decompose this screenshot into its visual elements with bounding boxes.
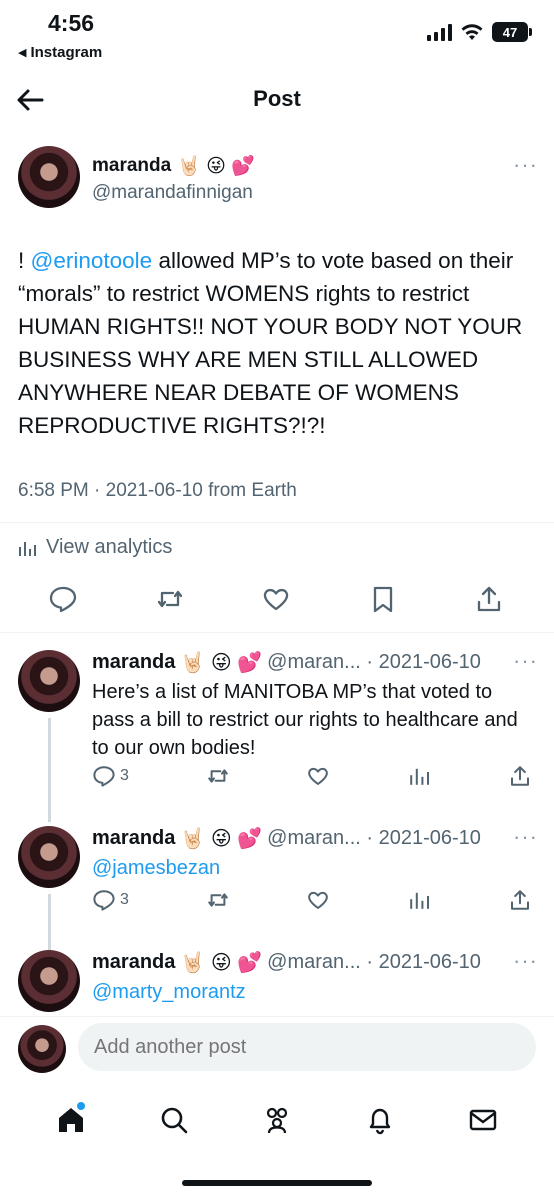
tab-messages[interactable] [463, 1100, 503, 1140]
analytics-icon[interactable] [407, 764, 431, 788]
thread-connector [48, 894, 51, 950]
author-handle[interactable]: @marandafinnigan [92, 182, 253, 204]
mention-link[interactable]: @erinotoole [31, 248, 153, 273]
reply-author-emojis: 🤘🏻 😜 💕 [180, 652, 263, 674]
avatar[interactable] [18, 146, 80, 208]
post-text-body: allowed MP’s to vote based on their “mor… [18, 248, 523, 438]
battery-icon: 47 [492, 22, 532, 42]
avatar[interactable] [18, 650, 80, 712]
bookmark-icon[interactable] [368, 584, 398, 614]
reply-author-emojis: 🤘🏻 😜 💕 [180, 828, 263, 850]
avatar [18, 1025, 66, 1073]
like-icon[interactable] [306, 764, 330, 788]
compose-bar [0, 1016, 554, 1080]
reply-actions: 3 [92, 764, 532, 788]
cellular-signal-icon [427, 23, 452, 41]
avatar[interactable] [18, 950, 80, 1012]
reply-icon[interactable] [48, 584, 78, 614]
reply-icon [93, 766, 115, 787]
like-icon[interactable] [306, 888, 330, 912]
reply-author-emojis: 🤘🏻 😜 💕 [180, 952, 263, 974]
tab-notifications[interactable] [360, 1100, 400, 1140]
reply-header: maranda 🤘🏻 😜 💕 @maran... · 2021-06-10 [92, 826, 481, 851]
home-indicator [182, 1180, 372, 1186]
analytics-icon [19, 541, 36, 556]
view-analytics-link[interactable]: View analytics [18, 536, 172, 559]
repost-icon[interactable] [206, 764, 230, 788]
more-options-icon[interactable]: ··· [513, 152, 538, 178]
post-text: ! @erinotoole allowed MP’s to vote based… [18, 244, 538, 442]
analytics-label: View analytics [46, 536, 173, 558]
share-icon[interactable] [508, 888, 532, 912]
page-title: Post [253, 86, 301, 111]
communities-icon [266, 1107, 288, 1134]
tab-home[interactable] [51, 1100, 91, 1140]
author-name-row[interactable]: maranda 🤘🏻 😜 💕 [92, 154, 255, 178]
author-emojis: 🤘🏻 😜 💕 [177, 156, 255, 177]
reply-header: maranda 🤘🏻 😜 💕 @maran... · 2021-06-10 [92, 650, 481, 675]
reply-header: maranda 🤘🏻 😜 💕 @maran... · 2021-06-10 [92, 950, 481, 975]
top-bar: Post [0, 74, 554, 124]
author-name: maranda [92, 155, 172, 176]
like-icon[interactable] [261, 584, 291, 614]
post-actions [48, 584, 504, 614]
analytics-icon[interactable] [407, 888, 431, 912]
repost-icon[interactable] [155, 584, 185, 614]
wifi-icon [461, 24, 483, 40]
reply-author-name[interactable]: maranda [92, 951, 175, 974]
bottom-tab-bar [0, 1090, 554, 1150]
avatar[interactable] [18, 826, 80, 888]
back-app-label: Instagram [30, 44, 103, 61]
thread-reply[interactable]: maranda 🤘🏻 😜 💕 @maran... · 2021-06-10 ··… [18, 648, 538, 822]
reply-actions: 3 [92, 888, 532, 912]
reply-text: Here’s a list of MANITOBA MP’s that vote… [92, 681, 518, 759]
messages-icon [469, 1109, 496, 1131]
reply-handle-date: @maran... · 2021-06-10 [267, 827, 481, 849]
repost-icon[interactable] [206, 888, 230, 912]
reply-button[interactable]: 3 [92, 764, 129, 788]
add-post-input[interactable] [78, 1023, 536, 1071]
divider [0, 522, 554, 523]
more-options-icon[interactable]: ··· [513, 824, 538, 850]
reply-mention-link[interactable]: @marty_morantz [92, 978, 532, 1006]
reply-count: 3 [120, 767, 129, 784]
tab-search[interactable] [154, 1100, 194, 1140]
more-options-icon[interactable]: ··· [513, 948, 538, 974]
reply-author-name[interactable]: maranda [92, 651, 175, 674]
reply-count: 3 [120, 891, 129, 908]
thread-connector [48, 718, 51, 822]
reply-author-name[interactable]: maranda [92, 827, 175, 850]
post-text-prefix: ! [18, 248, 31, 273]
notifications-icon [369, 1108, 390, 1135]
reply-button[interactable]: 3 [92, 888, 129, 912]
more-options-icon[interactable]: ··· [513, 648, 538, 674]
reply-mention-link[interactable]: @jamesbezan [92, 854, 532, 882]
divider [0, 632, 554, 633]
share-icon[interactable] [508, 764, 532, 788]
status-bar: 4:56 ◀ Instagram 47 [0, 0, 554, 70]
reply-handle-date: @maran... · 2021-06-10 [267, 951, 481, 973]
reply-icon [93, 890, 115, 911]
tab-communities[interactable] [257, 1100, 297, 1140]
thread-reply[interactable]: maranda 🤘🏻 😜 💕 @maran... · 2021-06-10 ··… [18, 824, 538, 950]
search-icon [161, 1107, 188, 1134]
reply-handle-date: @maran... · 2021-06-10 [267, 651, 481, 673]
thread-reply[interactable]: maranda 🤘🏻 😜 💕 @maran... · 2021-06-10 ··… [18, 948, 538, 1014]
share-icon[interactable] [474, 584, 504, 614]
back-to-app-link[interactable]: ◀ Instagram [18, 44, 102, 61]
back-triangle-icon: ◀ [18, 47, 27, 59]
post-timestamp: 6:58 PM · 2021-06-10 from Earth [18, 480, 297, 501]
status-time: 4:56 [48, 10, 95, 36]
